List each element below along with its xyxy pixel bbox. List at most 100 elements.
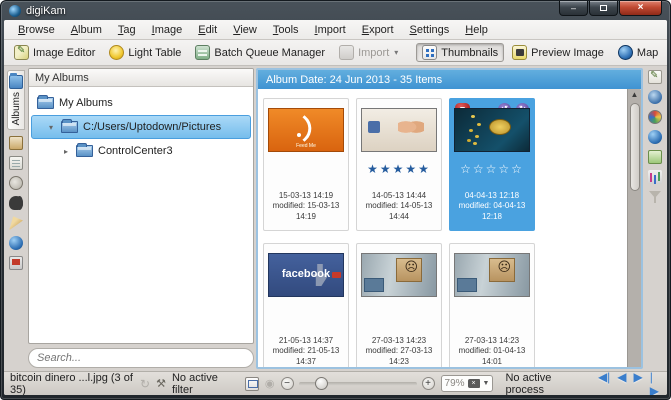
thumbnail-item[interactable]: 27-03-13 14:23 modified: 01-04-13 14:01	[449, 243, 535, 367]
map-icon	[617, 45, 633, 60]
tab-map[interactable]	[9, 236, 23, 251]
album-tree: My Albums ▾ C:/Users/Uptodown/Pictures ▸…	[29, 87, 253, 163]
last-item-button[interactable]: |▶	[650, 370, 659, 396]
menu-image[interactable]: Image	[144, 22, 191, 38]
tab-timeline[interactable]	[9, 176, 23, 191]
image-editor-icon	[14, 45, 29, 60]
tab-colors-icon[interactable]	[648, 110, 662, 124]
tab-fuzzy-search[interactable]	[9, 216, 23, 231]
menu-view[interactable]: View	[225, 22, 265, 38]
scrollbar-track[interactable]	[629, 101, 640, 367]
map-label: Map	[636, 46, 659, 59]
tab-tags[interactable]	[9, 136, 23, 151]
album-search-box[interactable]	[28, 348, 254, 368]
map-button[interactable]: Map	[612, 43, 664, 62]
filter-settings-icon[interactable]: ⚒	[156, 377, 166, 391]
menu-edit[interactable]: Edit	[190, 22, 225, 38]
albums-icon	[9, 73, 23, 89]
tab-albums[interactable]: Albums	[7, 70, 25, 131]
thumbnail-item[interactable]: Feed Me 15-03-13 14:19 modified: 15-03-1…	[263, 98, 349, 231]
zoom-out-button[interactable]: −	[280, 377, 294, 390]
item-date: 15-03-13 14:19	[278, 190, 334, 200]
tab-filters-icon[interactable]	[648, 190, 662, 204]
refresh-icon[interactable]: ↻	[140, 377, 150, 391]
item-date: 14-05-13 14:44	[371, 190, 427, 200]
thumbnail-item[interactable]: 27-03-13 14:23 modified: 27-03-13 14:23	[356, 243, 442, 367]
batch-queue-label: Batch Queue Manager	[214, 46, 326, 59]
tab-search[interactable]	[9, 196, 23, 211]
menu-import[interactable]: Import	[307, 22, 354, 38]
import-button[interactable]: Import ▾	[333, 43, 404, 62]
tab-albums-label: Albums	[10, 92, 22, 126]
tab-versions-icon[interactable]	[648, 170, 662, 184]
tab-people[interactable]	[9, 256, 23, 271]
folder-icon	[76, 143, 93, 157]
expander-down-icon[interactable]: ▾	[46, 123, 56, 132]
menu-tag[interactable]: Tag	[110, 22, 144, 38]
scrollbar-thumb[interactable]	[629, 103, 640, 191]
zoom-slider-handle[interactable]	[314, 376, 328, 390]
item-modified-date: modified: 21-05-13 14:37	[272, 346, 340, 367]
expander-right-icon[interactable]: ▸	[61, 147, 71, 156]
tab-dates[interactable]	[9, 156, 23, 171]
item-date: 21-05-13 14:37	[278, 335, 334, 345]
right-sidebar-tabs	[645, 68, 665, 369]
search-input[interactable]	[37, 352, 245, 364]
close-button[interactable]: ×	[619, 1, 662, 16]
zoom-100-icon[interactable]: ◉	[265, 377, 275, 391]
main-toolbar: Image Editor Light Table Batch Queue Man…	[4, 40, 667, 66]
thumbnail-item[interactable]: facebook 21-05-13 14:37 modified: 21-05-…	[263, 243, 349, 367]
title-bar[interactable]: digiKam – ×	[1, 1, 670, 20]
tab-metadata-icon[interactable]	[648, 90, 662, 104]
clear-icon[interactable]: ×	[467, 379, 480, 388]
rating-stars[interactable]: ★★★★★	[357, 162, 441, 176]
previous-item-button[interactable]: ◀	[617, 370, 626, 396]
item-dates: 21-05-13 14:37 modified: 21-05-13 14:37	[264, 335, 348, 367]
vertical-scrollbar[interactable]: ▲ ▲ ▼	[627, 89, 641, 367]
maximize-button[interactable]	[589, 1, 618, 16]
thumbnail-image	[454, 108, 530, 152]
zoom-fit-icon[interactable]	[244, 376, 259, 391]
menu-album[interactable]: Album	[63, 22, 110, 38]
next-item-button[interactable]: ▶	[634, 370, 643, 396]
thumbnails-button[interactable]: Thumbnails	[416, 43, 505, 62]
thumbnail-item[interactable]: ★★★★★ 14-05-13 14:44 modified: 14-05-13 …	[356, 98, 442, 231]
tree-item-controlcenter3[interactable]: ▸ ControlCenter3	[29, 139, 253, 163]
status-bar: bitcoin dinero ...l.jpg (3 of 35) ↻ ⚒ No…	[4, 370, 667, 396]
zoom-percent-combo[interactable]: 79% × ▼	[440, 375, 494, 392]
zoom-percent-value: 79%	[444, 378, 465, 389]
item-dates: 04-04-13 12:18 modified: 04-04-13 12:18	[450, 191, 534, 223]
chevron-down-icon: ▾	[394, 48, 399, 57]
zoom-in-button[interactable]: +	[421, 377, 435, 390]
tab-captions-icon[interactable]	[648, 150, 662, 164]
import-icon	[339, 45, 355, 60]
tree-item-pictures[interactable]: ▾ C:/Users/Uptodown/Pictures	[31, 115, 251, 139]
thumbnail-image: Feed Me	[268, 108, 344, 152]
first-item-button[interactable]: ◀|	[598, 370, 610, 396]
item-modified-date: modified: 15-03-13 14:19	[272, 201, 340, 222]
batch-queue-manager-button[interactable]: Batch Queue Manager	[189, 43, 331, 62]
icon-view-area: Album Date: 24 Jun 2013 - 35 Items Feed …	[256, 68, 643, 369]
menu-export[interactable]: Export	[354, 22, 402, 38]
minimize-button[interactable]: –	[559, 1, 588, 16]
preview-image-button[interactable]: Preview Image	[506, 43, 610, 62]
tab-geolocation-icon[interactable]	[648, 130, 662, 144]
menu-help[interactable]: Help	[457, 22, 496, 38]
menu-settings[interactable]: Settings	[402, 22, 458, 38]
item-modified-date: modified: 14-05-13 14:44	[365, 201, 433, 222]
thumbnail-grid: Feed Me 15-03-13 14:19 modified: 15-03-1…	[258, 89, 627, 367]
rating-stars[interactable]: ☆☆☆☆☆	[450, 162, 534, 176]
image-editor-label: Image Editor	[33, 46, 96, 59]
zoom-slider[interactable]	[298, 376, 417, 390]
image-editor-button[interactable]: Image Editor	[8, 43, 101, 62]
light-table-button[interactable]: Light Table	[103, 43, 187, 62]
menu-browse[interactable]: Browse	[10, 22, 63, 38]
item-date: 27-03-13 14:23	[464, 335, 520, 345]
thumbnail-image	[361, 253, 437, 297]
tab-properties-icon[interactable]	[648, 70, 662, 84]
tree-item-my-albums[interactable]: My Albums	[29, 91, 253, 115]
zoom-control: − +	[280, 376, 435, 390]
menu-tools[interactable]: Tools	[265, 22, 307, 38]
thumbnail-item-selected[interactable]: – ↺ ↻ ☆☆☆☆☆ 04-04-13 12:18 modified: 04-…	[449, 98, 535, 231]
scroll-up-icon[interactable]: ▲	[631, 89, 639, 101]
